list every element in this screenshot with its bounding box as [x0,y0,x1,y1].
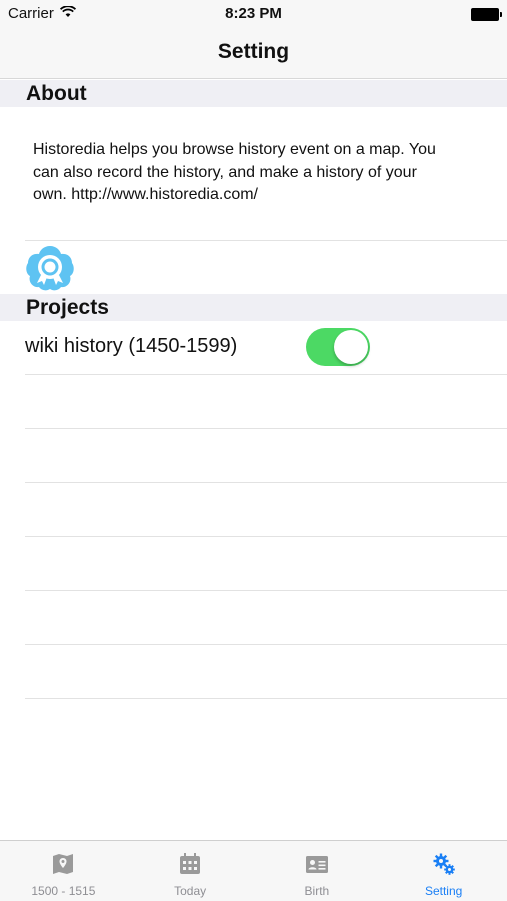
battery-icon [471,8,502,21]
tab-label: Today [174,884,207,898]
status-bar: Carrier 8:23 PM [0,0,507,30]
divider [25,644,507,645]
map-icon [51,852,75,876]
page-title: Setting [217,40,290,63]
status-time: 8:23 PM [225,5,282,22]
divider [25,698,507,699]
tab-label: 1500 - 1515 [31,884,96,898]
toggle-knob [334,330,368,364]
tab-setting[interactable]: Setting [380,841,507,901]
tab-bar: 1500 - 1515 Today Birth Setting [0,840,507,901]
project-label: wiki history (1450-1599) [25,335,238,357]
tab-period[interactable]: 1500 - 1515 [0,841,127,901]
id-card-icon [305,852,329,876]
divider [25,482,507,483]
project-toggle[interactable] [306,328,370,366]
divider [25,590,507,591]
tab-today[interactable]: Today [127,841,254,901]
calendar-icon [178,852,202,876]
app-icon [25,244,75,292]
tab-birth[interactable]: Birth [254,841,381,901]
about-header-label: About [26,82,87,105]
navigation-bar: Setting [0,30,507,79]
divider [25,374,507,375]
about-section-header: About [0,80,507,107]
gears-icon [432,852,456,876]
projects-section-header: Projects [0,294,507,321]
divider [25,240,507,241]
tab-label: Setting [424,884,463,898]
divider [25,428,507,429]
tab-label: Birth [304,884,330,898]
divider [25,536,507,537]
about-description: Historedia helps you browse history even… [33,141,436,203]
projects-header-label: Projects [26,296,109,319]
project-row[interactable]: wiki history (1450-1599) [0,321,507,375]
